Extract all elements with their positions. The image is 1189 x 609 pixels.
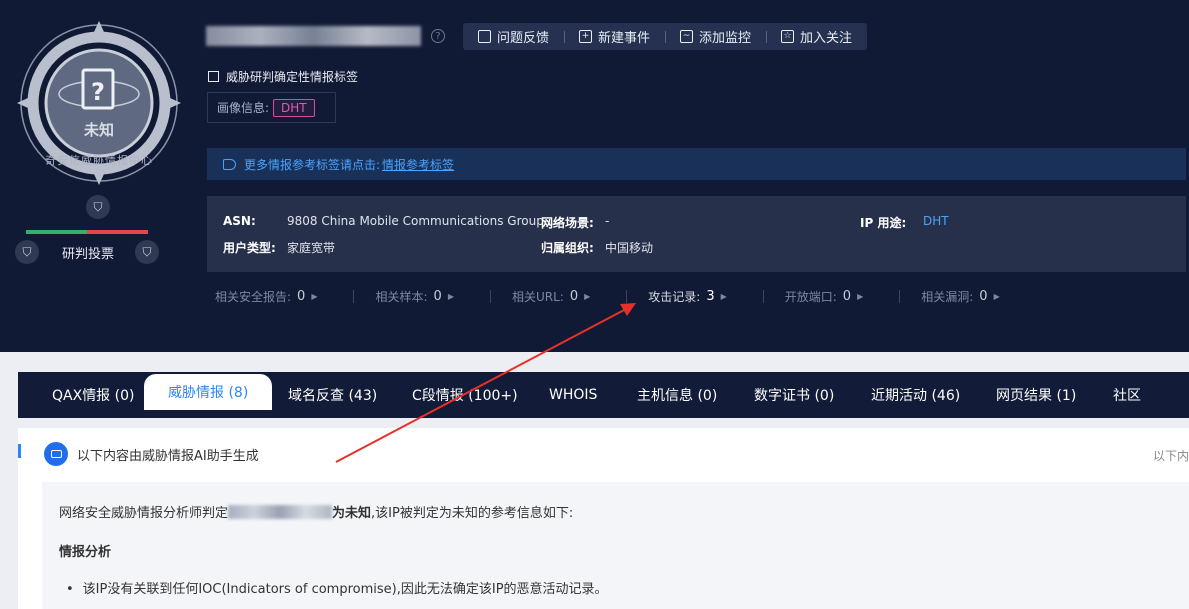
portrait-info: 画像信息: DHT (207, 92, 336, 123)
follow-button[interactable]: ☆ 加入关注 (766, 23, 867, 50)
monitor-icon: ~ (680, 30, 694, 43)
report-bullet: 该IP没有关联到任何IOC(Indicators of compromise),… (66, 578, 608, 597)
action-toolbar: 问题反馈 + 新建事件 ~ 添加监控 ☆ 加入关注 (463, 23, 868, 50)
threat-intel-content: 以下内容由威胁情报AI助手生成 以下内 网络安全威胁情报分析师判定 为未知,该IP… (18, 428, 1189, 609)
report-section-title: 情报分析 (59, 545, 112, 560)
help-icon[interactable]: ? (431, 29, 445, 43)
new-event-button[interactable]: + 新建事件 (564, 23, 665, 50)
user-type-value: 家庭宽带 (287, 241, 336, 255)
vote-safe-icon[interactable]: ⛉ (15, 240, 39, 264)
stat-vulnerabilities[interactable]: 相关漏洞: 0 ▶ (899, 288, 1021, 305)
caret-right-icon: ▶ (311, 291, 318, 301)
bookmark-icon (208, 71, 219, 82)
caret-right-icon: ▶ (584, 291, 591, 301)
section-accent (18, 444, 21, 458)
verdict-emblem: ? 未知 奇安信威胁情报中心 (14, 18, 184, 188)
related-stats: 相关安全报告: 0 ▶ 相关样本: 0 ▶ 相关URL: 0 ▶ 攻击记录: 3 ▶ 开放端口:… (207, 287, 1022, 305)
tab-host-info[interactable]: 主机信息 (0) (637, 372, 717, 418)
vote-malicious-icon[interactable]: ⛉ (135, 240, 159, 264)
ai-report: 网络安全威胁情报分析师判定 为未知,该IP被判定为未知的参考信息如下: 情报分析 … (42, 482, 1189, 609)
ip-address-title: ? (206, 25, 445, 47)
report-intro: 网络安全威胁情报分析师判定 为未知,该IP被判定为未知的参考信息如下: (59, 505, 574, 521)
plus-square-icon: + (579, 30, 593, 43)
intel-tabs: QAX情报 (0) 威胁情报 (8) 域名反查 (43) C段情报 (100+)… (18, 372, 1189, 418)
vote-label: 研判投票 (62, 247, 115, 262)
add-monitor-button[interactable]: ~ 添加监控 (665, 23, 766, 50)
redacted-ip (206, 26, 421, 46)
scene-value: - (605, 214, 610, 228)
star-icon: ☆ (781, 30, 795, 43)
tab-qax-intel[interactable]: QAX情报 (0) (52, 372, 134, 418)
portrait-label: 画像信息: (217, 101, 270, 115)
threat-tag-line: 威胁研判确定性情报标签 (208, 68, 358, 85)
caret-right-icon: ▶ (857, 291, 864, 301)
tab-certificates[interactable]: 数字证书 (0) (754, 372, 834, 418)
tab-domain-reverse[interactable]: 域名反查 (43) (288, 372, 377, 418)
vote-ratio-bar (26, 230, 148, 234)
tab-community[interactable]: 社区 (1113, 372, 1141, 418)
scene-key: 网络场景: (541, 216, 594, 230)
caret-right-icon: ▶ (993, 291, 1000, 301)
feedback-icon (478, 30, 491, 43)
tab-web-results[interactable]: 网页结果 (1) (996, 372, 1076, 418)
shield-icon[interactable]: ⛉ (86, 195, 110, 219)
org-key: 归属组织: (541, 241, 594, 255)
verdict-label: 未知 (83, 121, 114, 139)
ai-assistant-icon (44, 442, 68, 466)
feedback-button[interactable]: 问题反馈 (463, 23, 564, 50)
asn-key: ASN: (223, 214, 256, 228)
stat-security-reports[interactable]: 相关安全报告: 0 ▶ (207, 288, 339, 305)
ai-assistant-header: 以下内容由威胁情报AI助手生成 (44, 442, 259, 466)
vote-safe-segment (26, 230, 87, 234)
stat-open-ports[interactable]: 开放端口: 0 ▶ (762, 288, 885, 305)
truncated-hint: 以下内 (1152, 449, 1189, 463)
tab-recent-activity[interactable]: 近期活动 (46) (871, 372, 960, 418)
usage-key: IP 用途: (860, 216, 907, 230)
reference-tag-link[interactable]: 情报参考标签 (382, 156, 454, 173)
caret-right-icon: ▶ (447, 291, 454, 301)
tab-whois[interactable]: WHOIS (549, 372, 597, 418)
redacted-ip (228, 505, 333, 519)
tab-threat-intel[interactable]: 威胁情报 (8) (144, 374, 273, 410)
caret-right-icon: ▶ (720, 291, 727, 301)
ip-header-panel: ? 未知 奇安信威胁情报中心 ⛉ ⛉ 研判投票 ⛉ ? 问题反馈 + 新建事件 ~… (0, 0, 1189, 352)
tag-icon (223, 158, 236, 170)
org-value: 中国移动 (605, 241, 654, 255)
stat-urls[interactable]: 相关URL: 0 ▶ (489, 288, 612, 305)
asn-value: 9808 China Mobile Communications Group .… (287, 214, 560, 228)
stat-attack-records[interactable]: 攻击记录: 3 ▶ (626, 288, 748, 305)
tab-c-segment[interactable]: C段情报 (100+) (412, 372, 518, 418)
user-type-key: 用户类型: (223, 241, 276, 255)
usage-value[interactable]: DHT (923, 214, 949, 228)
vote-malicious-segment (87, 230, 148, 234)
ip-info-panel: ASN: 9808 China Mobile Communications Gr… (207, 196, 1186, 272)
reference-tag-notice: 更多情报参考标签请点击: 情报参考标签 (207, 148, 1186, 180)
portrait-tag[interactable]: DHT (273, 98, 315, 117)
emblem-org-text: 奇安信威胁情报中心 (45, 154, 153, 167)
stat-samples[interactable]: 相关样本: 0 ▶ (353, 288, 475, 305)
svg-text:?: ? (91, 78, 105, 106)
